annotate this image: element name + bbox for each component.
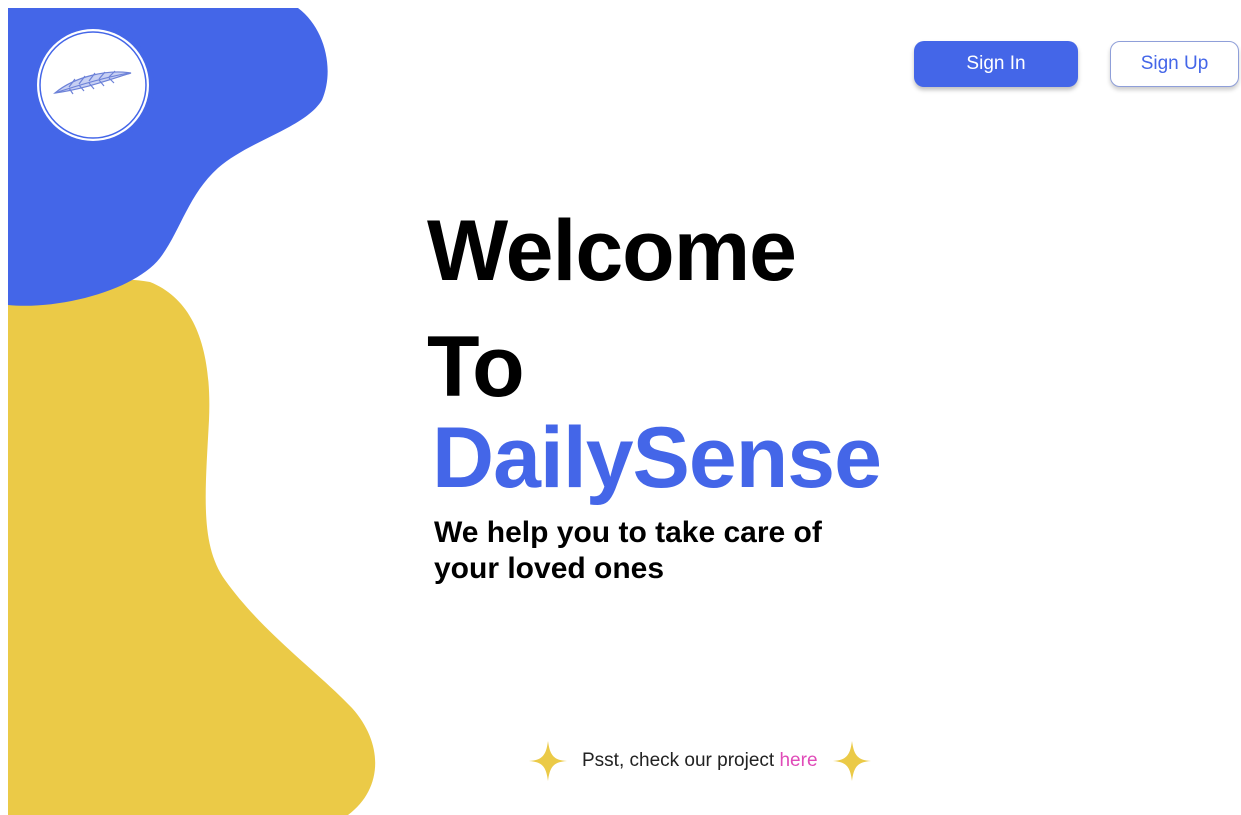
hero-brand-name: DailySense xyxy=(432,410,882,506)
project-link[interactable]: here xyxy=(779,750,817,771)
hero-title-to: To xyxy=(427,319,525,415)
background-blobs xyxy=(8,8,376,815)
project-note-label: Psst, check our project xyxy=(582,750,775,771)
hero-tagline: We help you to take care of your loved o… xyxy=(434,516,822,585)
sign-up-button[interactable]: Sign Up xyxy=(1110,41,1239,87)
landing-page: Sign In Sign Up Welcome To DailySense We… xyxy=(0,0,1241,815)
sign-in-button[interactable]: Sign In xyxy=(914,41,1078,87)
hero-title-welcome: Welcome xyxy=(427,203,797,299)
logo[interactable] xyxy=(29,21,157,149)
sparkle-icon xyxy=(529,741,567,781)
yellow-blob xyxy=(8,278,376,815)
project-note: Psst, check our project here xyxy=(528,740,872,782)
project-note-text: Psst, check our project here xyxy=(582,750,818,772)
sparkle-icon xyxy=(832,741,871,781)
